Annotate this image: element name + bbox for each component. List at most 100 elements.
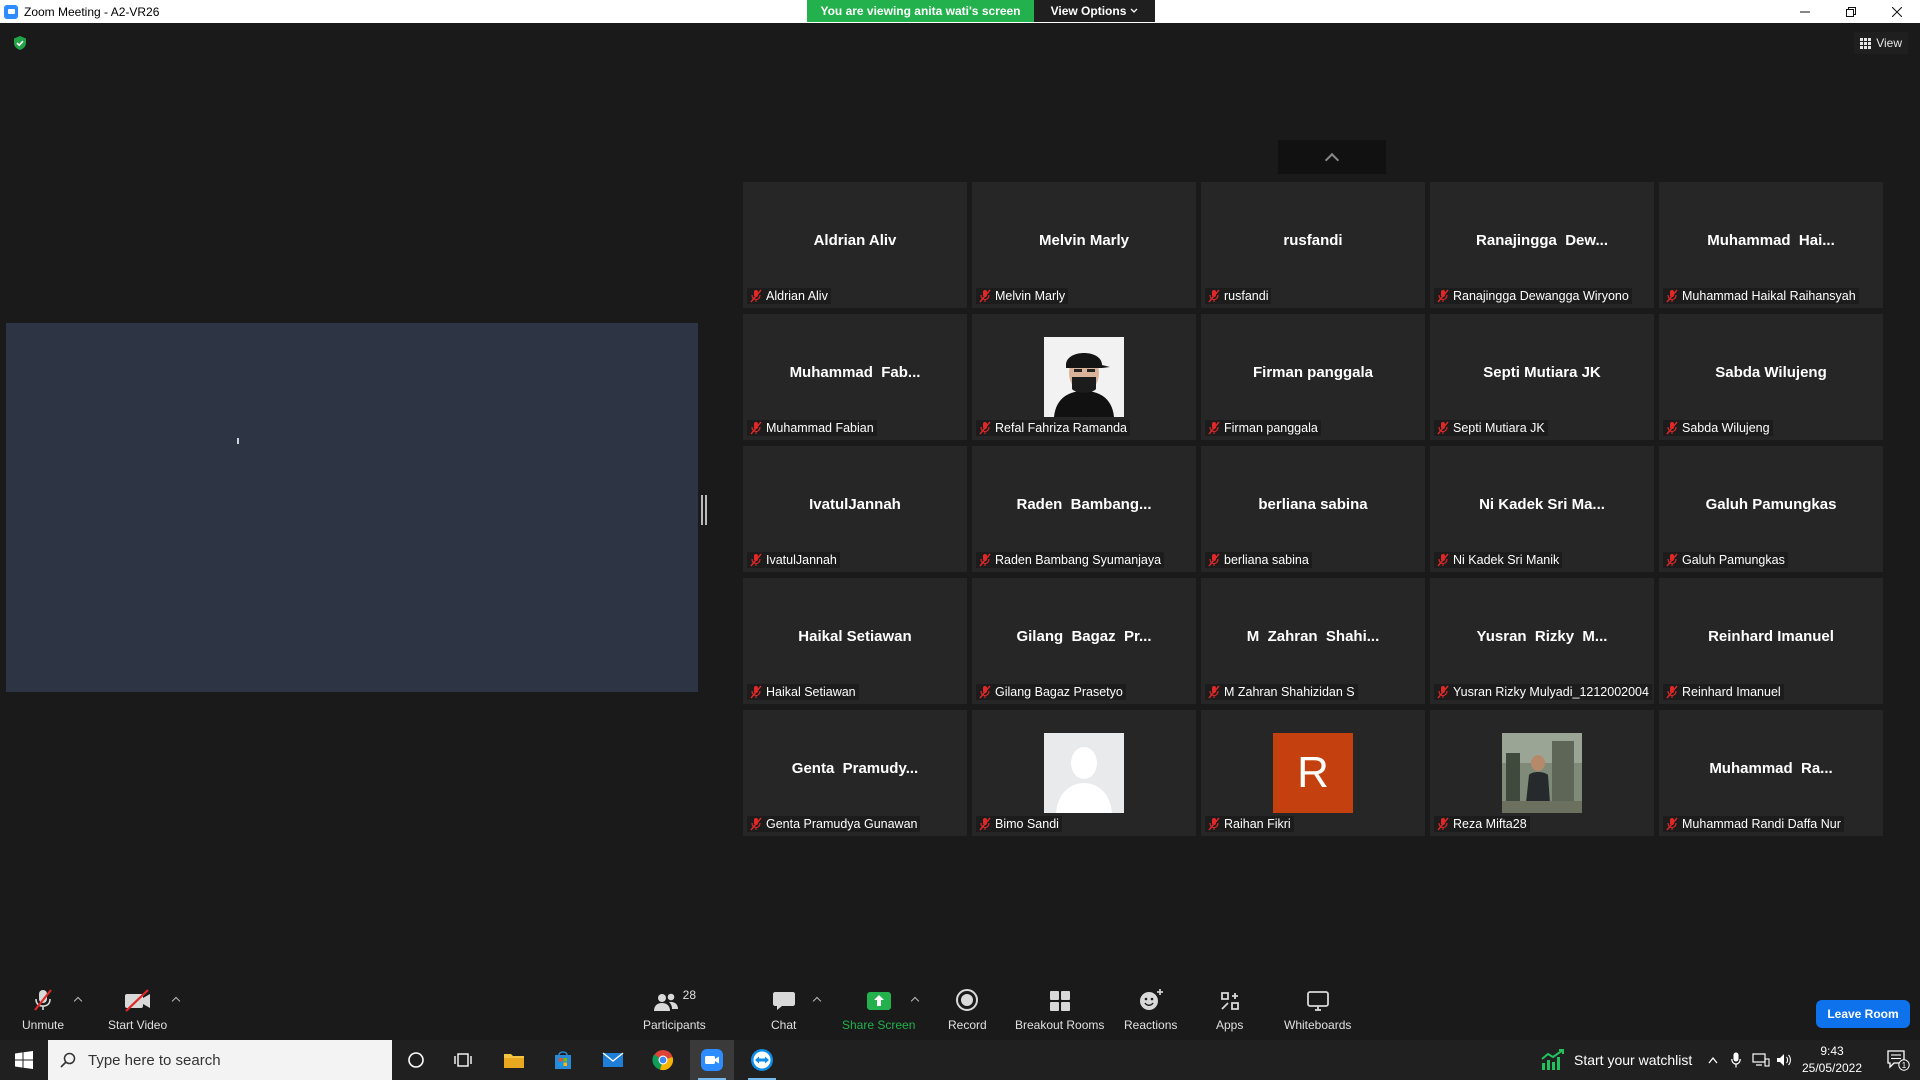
restore-button[interactable]	[1828, 0, 1874, 23]
participant-tile[interactable]: Muhammad Hai... Muhammad Haikal Raihansya…	[1659, 182, 1883, 308]
network-tray-button[interactable]	[1750, 1040, 1772, 1080]
participant-tile[interactable]: Reza Mifta28	[1430, 710, 1654, 836]
show-hidden-icons-button[interactable]	[1703, 1040, 1723, 1080]
microphone-muted-icon	[979, 421, 991, 435]
participant-tile[interactable]: berliana sabina berliana sabina	[1201, 446, 1425, 572]
participant-name: Melvin Marly	[995, 289, 1066, 303]
participant-tile[interactable]: Reinhard Imanuel Reinhard Imanuel	[1659, 578, 1883, 704]
participant-tile[interactable]: Sabda Wilujeng Sabda Wilujeng	[1659, 314, 1883, 440]
participant-tile[interactable]: rusfandi rusfandi	[1201, 182, 1425, 308]
participant-name-tag: Genta Pramudya Gunawan	[747, 816, 921, 832]
chrome-icon	[652, 1050, 673, 1071]
participant-tile[interactable]: Gilang Bagaz Pr... Gilang Bagaz Prasetyo	[972, 578, 1196, 704]
participant-name-tag: Raden Bambang Syumanjaya	[976, 552, 1165, 568]
view-layout-button[interactable]: View	[1854, 32, 1908, 54]
zoom-taskbar-button[interactable]	[690, 1040, 734, 1080]
participant-display-name: Gilang Bagaz Pr...	[1016, 628, 1152, 645]
start-button[interactable]	[0, 1040, 48, 1080]
participant-name-tag: Aldrian Aliv	[747, 288, 831, 304]
microsoft-store-taskbar-button[interactable]	[543, 1040, 583, 1080]
cortana-button[interactable]	[396, 1040, 436, 1080]
apps-button[interactable]: Apps	[1216, 988, 1243, 1032]
participant-display-name: M Zahran Shahi...	[1246, 628, 1380, 645]
participant-name: Galuh Pamungkas	[1682, 553, 1785, 567]
task-view-button[interactable]	[443, 1040, 483, 1080]
microphone-muted-icon	[1208, 553, 1220, 567]
participant-tile[interactable]: Galuh Pamungkas Galuh Pamungkas	[1659, 446, 1883, 572]
watchlist-widget[interactable]: Start your watchlist	[1540, 1040, 1692, 1080]
avatar-letter: R	[1297, 748, 1329, 797]
participant-tile[interactable]: IvatulJannah IvatulJannah	[743, 446, 967, 572]
teamviewer-taskbar-button[interactable]	[740, 1040, 784, 1080]
participant-tile[interactable]: Raden Bambang... Raden Bambang Syumanjaya	[972, 446, 1196, 572]
participant-name: Raden Bambang Syumanjaya	[995, 553, 1162, 567]
microphone-muted-icon	[1666, 289, 1678, 303]
microphone-muted-icon	[1437, 817, 1449, 831]
participant-tile[interactable]: Genta Pramudy... Genta Pramudya Gunawan	[743, 710, 967, 836]
microphone-muted-icon	[1666, 817, 1678, 831]
leave-room-button[interactable]: Leave Room	[1816, 1000, 1910, 1028]
participant-tile[interactable]: Septi Mutiara JK Septi Mutiara JK	[1430, 314, 1654, 440]
participant-tile[interactable]: Muhammad Fab... Muhammad Fabian	[743, 314, 967, 440]
shared-screen-view[interactable]	[6, 323, 698, 692]
participant-photo-avatar	[1044, 337, 1124, 417]
participant-tile[interactable]: Yusran Rizky M... Yusran Rizky Mulyadi_12…	[1430, 578, 1654, 704]
search-icon	[60, 1052, 76, 1068]
participant-name: Aldrian Aliv	[766, 289, 828, 303]
record-button[interactable]: Record	[948, 988, 987, 1032]
participant-name: IvatulJannah	[766, 553, 837, 567]
file-explorer-taskbar-button[interactable]	[494, 1040, 534, 1080]
participant-name-tag: Reza Mifta28	[1434, 816, 1530, 832]
participant-photo-avatar	[1502, 733, 1582, 813]
participant-name: Muhammad Randi Daffa Nur	[1682, 817, 1841, 831]
participant-tile[interactable]: Bimo Sandi	[972, 710, 1196, 836]
chat-button[interactable]: Chat	[771, 988, 796, 1032]
participant-display-name: Firman panggala	[1252, 364, 1374, 381]
audio-options-chevron-icon[interactable]	[73, 996, 83, 1006]
participants-button[interactable]: 28 Participants	[643, 988, 706, 1032]
participant-tile[interactable]: Refal Fahriza Ramanda	[972, 314, 1196, 440]
microphone-tray-button[interactable]	[1726, 1040, 1746, 1080]
participant-name: Refal Fahriza Ramanda	[995, 421, 1128, 435]
chat-options-chevron-icon[interactable]	[812, 996, 822, 1006]
participant-display-name: Septi Mutiara JK	[1483, 364, 1601, 381]
participant-tile[interactable]: Aldrian Aliv Aldrian Aliv	[743, 182, 967, 308]
mail-taskbar-button[interactable]	[593, 1040, 633, 1080]
participant-name: Haikal Setiawan	[766, 685, 856, 699]
view-options-button[interactable]: View Options	[1034, 0, 1155, 22]
start-video-button[interactable]: Start Video	[108, 988, 167, 1032]
taskbar-search-box[interactable]	[48, 1040, 392, 1080]
participant-tile[interactable]: Ni Kadek Sri Ma... Ni Kadek Sri Manik	[1430, 446, 1654, 572]
window-title: Zoom Meeting - A2-VR26	[24, 4, 160, 19]
participant-tile[interactable]: Firman panggala Firman panggala	[1201, 314, 1425, 440]
close-button[interactable]	[1874, 0, 1920, 23]
participant-name: berliana sabina	[1224, 553, 1309, 567]
participant-name-tag: Firman panggala	[1205, 420, 1321, 436]
action-center-button[interactable]: 1	[1876, 1040, 1920, 1080]
reactions-button[interactable]: Reactions	[1124, 988, 1177, 1032]
unmute-button[interactable]: Unmute	[22, 988, 64, 1032]
chevron-up-icon	[1708, 1056, 1718, 1064]
participants-label: Participants	[643, 1018, 706, 1032]
participant-tile[interactable]: R Raihan Fikri	[1201, 710, 1425, 836]
participant-tile[interactable]: M Zahran Shahi... M Zahran Shahizidan S	[1201, 578, 1425, 704]
video-options-chevron-icon[interactable]	[171, 996, 181, 1006]
share-screen-button[interactable]: Share Screen	[842, 988, 915, 1032]
whiteboards-button[interactable]: Whiteboards	[1284, 988, 1351, 1032]
chrome-taskbar-button[interactable]	[643, 1040, 683, 1080]
split-view-divider[interactable]	[701, 495, 707, 525]
encryption-shield-icon[interactable]	[12, 35, 28, 51]
participant-tile[interactable]: Muhammad Ra... Muhammad Randi Daffa Nur	[1659, 710, 1883, 836]
microphone-muted-icon	[1666, 685, 1678, 699]
chat-label: Chat	[771, 1018, 797, 1032]
participant-tile[interactable]: Melvin Marly Melvin Marly	[972, 182, 1196, 308]
taskbar-clock[interactable]: 9:43 25/05/2022	[1790, 1043, 1874, 1077]
stock-chart-icon	[1541, 1049, 1564, 1070]
participant-tile[interactable]: Ranajingga Dew... Ranajingga Dewangga Wir…	[1430, 182, 1654, 308]
taskbar-search-input[interactable]	[88, 1051, 368, 1069]
breakout-rooms-button[interactable]: Breakout Rooms	[1015, 988, 1104, 1032]
microphone-muted-icon	[1208, 289, 1220, 303]
participant-tile[interactable]: Haikal Setiawan Haikal Setiawan	[743, 578, 967, 704]
minimize-button[interactable]	[1782, 0, 1828, 23]
gallery-scroll-up-button[interactable]	[1278, 140, 1386, 174]
